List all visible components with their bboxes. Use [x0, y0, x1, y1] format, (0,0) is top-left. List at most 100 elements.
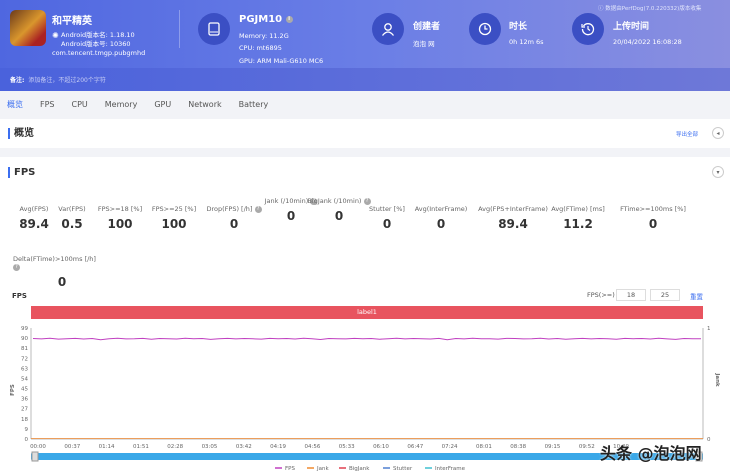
metric-11: FTime>=100ms [%] 0: [618, 197, 688, 231]
creator-value: 泡泡 网: [413, 40, 435, 48]
note-input[interactable]: 添加备注，不超过200个字符: [28, 77, 105, 84]
y2-axis-label: Jank: [714, 372, 720, 387]
chart-title: FPS: [12, 292, 27, 300]
duration-value: 0h 12m 6s: [509, 38, 544, 46]
x-tick-label: 04:56: [304, 444, 320, 450]
y-tick-label: 9: [25, 427, 29, 433]
legend-item-interframe[interactable]: InterFrame: [435, 466, 466, 472]
divider: [179, 10, 180, 48]
x-tick-label: 09:52: [579, 444, 595, 450]
note-label: 备注:: [10, 77, 25, 84]
y-tick-label: 90: [21, 336, 28, 342]
legend-item-fps[interactable]: FPS: [285, 466, 295, 472]
y-tick-label: 0: [25, 437, 29, 443]
watermark: 头条 @泡泡网: [600, 444, 702, 463]
metric-8: Avg(InterFrame) 0: [406, 197, 476, 231]
x-tick-label: 00:00: [30, 444, 46, 450]
threshold2-input[interactable]: 25: [650, 289, 680, 301]
y-tick-label: 54: [21, 376, 28, 382]
x-tick-label: 01:14: [99, 444, 115, 450]
x-tick-label: 03:05: [202, 444, 218, 450]
device-gpu: GPU: ARM Mali-G610 MC6: [239, 57, 324, 65]
help-icon[interactable]: ?: [13, 263, 20, 271]
app-version-code: Android版本号: 10360: [61, 40, 131, 48]
tab-gpu[interactable]: GPU: [154, 100, 171, 109]
phone-icon: [198, 13, 230, 45]
x-tick-label: 09:15: [545, 444, 561, 450]
app-name: 和平精英: [52, 16, 92, 27]
android-icon: ✺: [52, 31, 59, 40]
tab-fps[interactable]: FPS: [40, 100, 55, 109]
app-icon: [10, 10, 46, 46]
duration-label: 时长: [509, 22, 528, 32]
x-tick-label: 01:51: [133, 444, 149, 450]
metric-value: 0: [436, 217, 446, 231]
y-tick-label: 18: [21, 417, 28, 423]
fps-title: FPS: [8, 167, 35, 178]
label-band[interactable]: label1: [31, 306, 703, 319]
upload-value: 20/04/2022 16:08:28: [613, 38, 682, 46]
tab-overview[interactable]: 概览: [7, 99, 23, 110]
x-tick-label: 08:38: [510, 444, 526, 450]
y-tick-label: 63: [21, 366, 28, 372]
info-icon[interactable]: i: [285, 15, 293, 23]
metric-label: Avg(InterFrame): [414, 205, 468, 213]
y-tick-label: 72: [21, 356, 28, 362]
x-tick-label: 00:37: [64, 444, 80, 450]
x-tick-label: 03:42: [236, 444, 252, 450]
metric-value: 0: [57, 275, 67, 289]
note-bar[interactable]: 备注: 添加备注，不超过200个字符: [0, 68, 730, 91]
y-tick-label: 36: [21, 397, 28, 403]
x-tick-label: 06:10: [373, 444, 389, 450]
source-note: ⓘ 数据由PerfDog(7.0.220332)版本收集: [598, 6, 702, 12]
legend-item-stutter[interactable]: Stutter: [393, 466, 413, 472]
export-all-link[interactable]: 导出全部: [676, 130, 698, 138]
metric-value: 89.4: [498, 217, 528, 231]
y-tick-label: 45: [21, 387, 28, 393]
metric-value: 0: [648, 217, 658, 231]
x-tick-label: 08:01: [476, 444, 492, 450]
x-tick-label: 02:28: [167, 444, 183, 450]
device-memory: Memory: 11.2G: [239, 32, 289, 40]
x-tick-label: 04:19: [270, 444, 286, 450]
y2-tick-label: 1: [707, 326, 711, 332]
y-tick-label: 27: [21, 407, 28, 413]
device-model: PGJM10 i: [239, 14, 293, 25]
device-cpu: CPU: mt6895: [239, 44, 282, 52]
legend-item-jank[interactable]: Jank: [316, 466, 329, 472]
threshold-label: FPS(>=): [587, 291, 615, 299]
x-tick-label: 05:33: [339, 444, 355, 450]
legend-item-bigjank[interactable]: BigJank: [349, 466, 370, 472]
tab-network[interactable]: Network: [188, 100, 221, 109]
clock-icon: [469, 13, 501, 45]
reset-button[interactable]: 重置: [690, 291, 703, 301]
y-tick-label: 99: [21, 326, 28, 332]
x-tick-label: 06:47: [407, 444, 423, 450]
upload-label: 上传时间: [613, 22, 650, 32]
collapse-fps-button[interactable]: ▾: [712, 166, 724, 178]
header: 和平精英 ✺ Android版本名: 1.18.10 Android版本号: 1…: [0, 0, 730, 68]
y-axis-label: FPS: [10, 384, 16, 396]
user-icon: [372, 13, 404, 45]
threshold1-input[interactable]: 18: [616, 289, 646, 301]
metric-10: Avg(FTime) [ms] 11.2: [543, 197, 613, 231]
collapse-overview-button[interactable]: ◂: [712, 127, 724, 139]
history-icon: [572, 13, 604, 45]
metric-9: Avg(FPS+InterFrame) 89.4: [478, 197, 548, 231]
metric-12: Delta(FTime)>100ms [/h] ? 0: [13, 247, 97, 289]
metric-label: Delta(FTime)>100ms [/h] ?: [13, 255, 96, 271]
creator-label: 创建者: [413, 22, 441, 32]
nav-tabs: 概览 FPS CPU Memory GPU Network Battery: [0, 91, 730, 118]
metric-label: Avg(FPS+InterFrame): [478, 205, 548, 213]
metric-value: 11.2: [563, 217, 593, 231]
scrollbar-handle-left[interactable]: [31, 451, 39, 462]
y-tick-label: 81: [21, 346, 28, 352]
metric-label: FTime>=100ms [%]: [620, 205, 686, 213]
metric-label: Avg(FTime) [ms]: [551, 205, 605, 213]
tab-memory[interactable]: Memory: [105, 100, 138, 109]
fps-series-line: [32, 337, 702, 341]
tab-battery[interactable]: Battery: [239, 100, 269, 109]
x-tick-label: 07:24: [442, 444, 458, 450]
tab-cpu[interactable]: CPU: [72, 100, 88, 109]
app-package: com.tencent.tmgp.pubgmhd: [52, 49, 146, 57]
